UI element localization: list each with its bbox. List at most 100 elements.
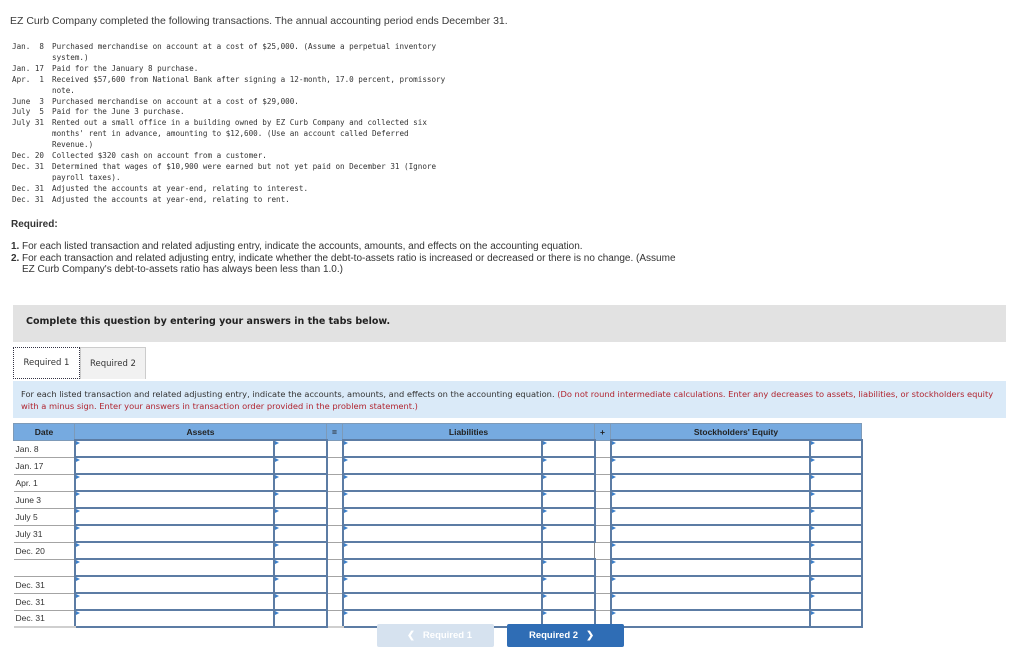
- assets-account-input-cell[interactable]: [73, 439, 275, 458]
- equity-account-input-cell[interactable]: [609, 558, 811, 577]
- equity-account-input[interactable]: [611, 543, 809, 558]
- assets-account-input-cell[interactable]: [73, 473, 275, 492]
- assets-amount-input-cell[interactable]: [272, 490, 328, 509]
- liabilities-account-input-cell[interactable]: [341, 456, 543, 475]
- liabilities-amount-input[interactable]: [542, 560, 594, 575]
- equity-account-input[interactable]: [611, 560, 809, 575]
- assets-account-input[interactable]: [75, 594, 273, 609]
- assets-amount-input-cell[interactable]: [272, 473, 328, 492]
- equity-amount-input[interactable]: [810, 458, 861, 473]
- liabilities-amount-input-cell[interactable]: [540, 439, 596, 458]
- liabilities-account-input-cell[interactable]: [341, 473, 543, 492]
- equity-amount-input[interactable]: [810, 492, 861, 507]
- equity-account-input-cell[interactable]: [609, 609, 811, 628]
- equity-amount-input-cell[interactable]: [808, 439, 863, 458]
- equity-amount-input-cell[interactable]: [808, 558, 863, 577]
- assets-amount-input-cell[interactable]: [272, 541, 328, 560]
- liabilities-account-input[interactable]: [343, 577, 541, 592]
- equity-account-input[interactable]: [611, 594, 809, 609]
- assets-amount-input-cell[interactable]: [272, 524, 328, 543]
- liabilities-account-input-cell[interactable]: [341, 507, 543, 526]
- liabilities-amount-input[interactable]: [542, 492, 594, 507]
- liabilities-account-input-cell[interactable]: [341, 490, 543, 509]
- liabilities-amount-input-cell[interactable]: [540, 592, 596, 611]
- equity-account-input[interactable]: [611, 458, 809, 473]
- assets-amount-input[interactable]: [274, 475, 326, 490]
- assets-account-input[interactable]: [75, 543, 273, 558]
- equity-account-input[interactable]: [611, 475, 809, 490]
- assets-account-input[interactable]: [75, 458, 273, 473]
- assets-amount-input-cell[interactable]: [272, 575, 328, 594]
- equity-account-input-cell[interactable]: [609, 439, 811, 458]
- assets-account-input-cell[interactable]: [73, 541, 275, 560]
- liabilities-amount-input-cell[interactable]: [540, 575, 596, 594]
- liabilities-account-input[interactable]: [343, 458, 541, 473]
- liabilities-account-input[interactable]: [343, 475, 541, 490]
- equity-account-input[interactable]: [611, 611, 809, 626]
- assets-amount-input[interactable]: [274, 577, 326, 592]
- assets-amount-input[interactable]: [274, 526, 326, 541]
- equity-amount-input-cell[interactable]: [808, 609, 863, 628]
- assets-amount-input[interactable]: [274, 560, 326, 575]
- equity-account-input[interactable]: [611, 577, 809, 592]
- assets-account-input[interactable]: [75, 560, 273, 575]
- next-required-2-button[interactable]: Required 2 ❯: [507, 624, 624, 647]
- assets-amount-input[interactable]: [274, 543, 326, 558]
- equity-amount-input[interactable]: [810, 475, 861, 490]
- assets-account-input-cell[interactable]: [73, 592, 275, 611]
- liabilities-amount-input[interactable]: [542, 458, 594, 473]
- liabilities-account-input[interactable]: [343, 441, 541, 456]
- equity-amount-input-cell[interactable]: [808, 524, 863, 543]
- assets-account-input-cell[interactable]: [73, 609, 275, 628]
- assets-amount-input[interactable]: [274, 611, 326, 626]
- equity-amount-input-cell[interactable]: [808, 473, 863, 492]
- equity-amount-input[interactable]: [810, 577, 861, 592]
- assets-amount-input[interactable]: [274, 509, 326, 524]
- equity-amount-input-cell[interactable]: [808, 456, 863, 475]
- liabilities-amount-input[interactable]: [542, 594, 594, 609]
- assets-amount-input-cell[interactable]: [272, 558, 328, 577]
- equity-amount-input[interactable]: [810, 441, 861, 456]
- assets-account-input[interactable]: [75, 611, 273, 626]
- liabilities-amount-input[interactable]: [542, 509, 594, 524]
- assets-account-input[interactable]: [75, 475, 273, 490]
- liabilities-amount-input[interactable]: [542, 577, 594, 592]
- assets-account-input[interactable]: [75, 441, 273, 456]
- liabilities-account-input-cell[interactable]: [341, 592, 543, 611]
- equity-account-input-cell[interactable]: [609, 592, 811, 611]
- assets-amount-input-cell[interactable]: [272, 456, 328, 475]
- equity-account-input-cell[interactable]: [609, 490, 811, 509]
- equity-amount-input-cell[interactable]: [808, 507, 863, 526]
- assets-account-input[interactable]: [75, 492, 273, 507]
- equity-amount-input[interactable]: [810, 543, 861, 558]
- tab-required-2[interactable]: Required 2: [80, 347, 146, 379]
- equity-account-input-cell[interactable]: [609, 456, 811, 475]
- liabilities-account-input[interactable]: [343, 509, 541, 524]
- equity-account-input-cell[interactable]: [609, 524, 811, 543]
- liabilities-amount-input-cell[interactable]: [540, 473, 596, 492]
- assets-account-input[interactable]: [75, 577, 273, 592]
- assets-amount-input-cell[interactable]: [272, 439, 328, 458]
- liabilities-amount-input[interactable]: [542, 441, 594, 456]
- equity-account-input-cell[interactable]: [609, 575, 811, 594]
- liabilities-amount-input-cell[interactable]: [540, 507, 596, 526]
- liabilities-amount-input-cell[interactable]: [540, 558, 596, 577]
- equity-amount-input[interactable]: [810, 509, 861, 524]
- tab-required-1[interactable]: Required 1: [13, 347, 80, 379]
- assets-account-input-cell[interactable]: [73, 507, 275, 526]
- liabilities-account-input-cell[interactable]: [341, 439, 543, 458]
- liabilities-account-input-cell[interactable]: [341, 524, 543, 543]
- liabilities-amount-input-cell[interactable]: [540, 524, 596, 543]
- equity-account-input[interactable]: [611, 441, 809, 456]
- equity-amount-input-cell[interactable]: [808, 575, 863, 594]
- assets-account-input[interactable]: [75, 526, 273, 541]
- assets-amount-input[interactable]: [274, 458, 326, 473]
- equity-account-input[interactable]: [611, 492, 809, 507]
- liabilities-account-input-cell[interactable]: [341, 541, 543, 560]
- assets-account-input[interactable]: [75, 509, 273, 524]
- equity-account-input[interactable]: [611, 526, 809, 541]
- equity-amount-input-cell[interactable]: [808, 490, 863, 509]
- liabilities-account-input[interactable]: [343, 560, 541, 575]
- prev-required-1-button[interactable]: ❮ Required 1: [377, 624, 494, 647]
- assets-amount-input[interactable]: [274, 594, 326, 609]
